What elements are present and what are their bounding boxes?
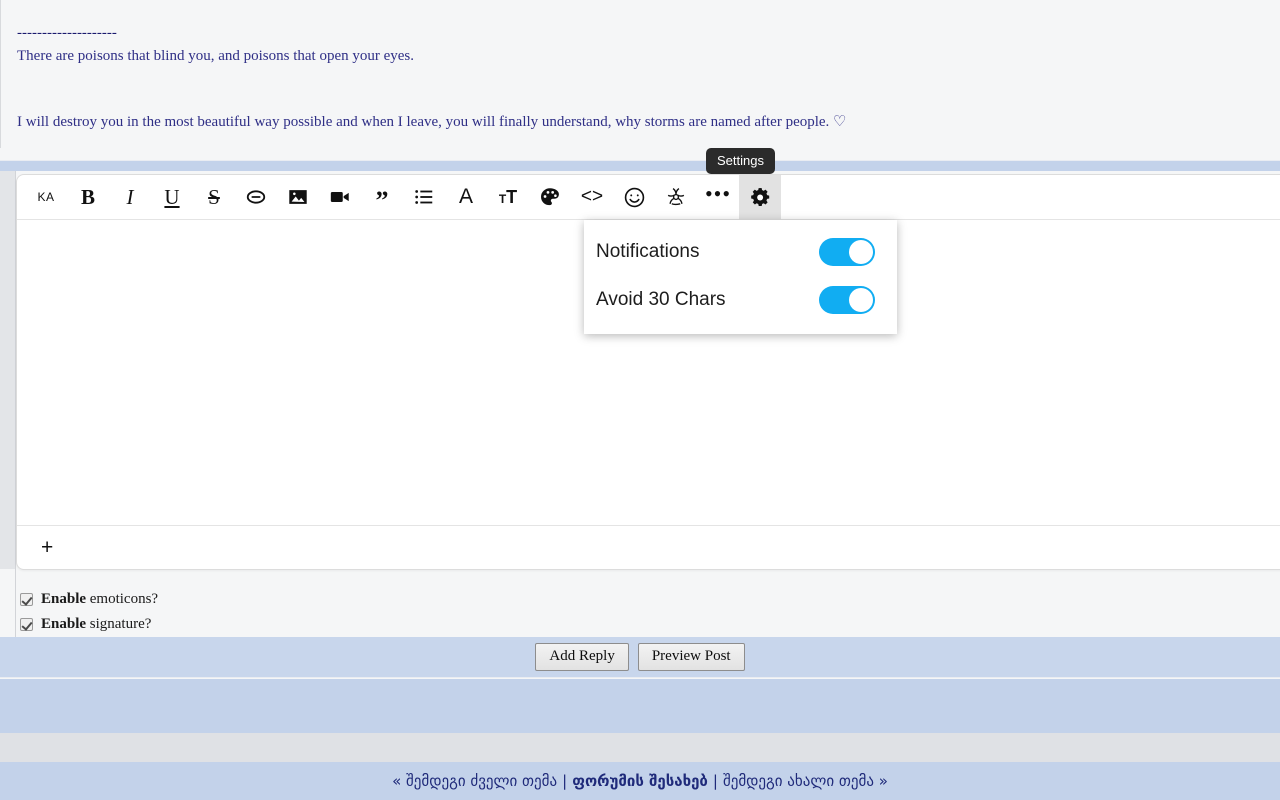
checkbox[interactable] <box>20 593 33 606</box>
about-forum-link[interactable]: ფორუმის შესახებ <box>572 772 708 790</box>
nav-separator-1: | <box>562 772 568 790</box>
code-button[interactable]: <> <box>571 175 613 220</box>
more-options-button[interactable]: ••• <box>697 175 739 220</box>
setting-label: Notifications <box>596 241 700 262</box>
underline-button-label: U <box>164 184 180 209</box>
toggle-switch[interactable] <box>819 238 875 266</box>
left-gutter-column <box>0 171 16 569</box>
biohazard-icon <box>665 186 687 208</box>
image-icon[interactable] <box>277 175 319 220</box>
video-icon <box>329 186 351 208</box>
setting-row-notifications: Notifications <box>584 228 897 276</box>
post-bottom-spacer <box>0 148 1280 160</box>
quote-button[interactable]: ” <box>361 175 403 220</box>
video-icon[interactable] <box>319 175 361 220</box>
option-label: Enable signature? <box>41 616 151 633</box>
font-family-button[interactable]: A <box>445 175 487 220</box>
section-divider-bar <box>0 160 1280 171</box>
text-color-icon <box>539 186 561 208</box>
editor-toolbar: KA B I U S ” A TT <> ••• <box>17 174 1280 220</box>
post-signature-text: -------------------- There are poisons t… <box>17 0 1280 148</box>
prev-topic-link[interactable]: « შემდეგი ძველი თემა <box>392 772 557 790</box>
option-label: Enable emoticons? <box>41 591 158 608</box>
post-options: Enable emoticons? Enable signature? <box>17 583 1280 637</box>
option-label-strong: Enable <box>41 591 87 607</box>
option-label-strong: Enable <box>41 616 87 632</box>
list-icon[interactable] <box>403 175 445 220</box>
toggle-switch[interactable] <box>819 286 875 314</box>
form-action-bar: Add Reply Preview Post <box>0 637 1280 678</box>
code-button-label: <> <box>580 186 604 207</box>
footer-nav-band: « შემდეგი ძველი თემა | ფორუმის შესახებ | შემ… <box>0 762 1280 800</box>
preview-post-button[interactable]: Preview Post <box>637 643 745 671</box>
nav-separator-2: | <box>712 772 718 790</box>
add-reply-button[interactable]: Add Reply <box>535 643 629 671</box>
emoji-icon <box>623 186 646 209</box>
strikethrough-button-label: S <box>208 184 220 209</box>
strikethrough-button[interactable]: S <box>193 175 235 220</box>
post-signature-area: -------------------- There are poisons t… <box>0 0 1280 148</box>
italic-button-label: I <box>126 184 134 209</box>
font-size-button-label: TT <box>498 186 518 207</box>
emoji-icon[interactable] <box>613 175 655 220</box>
topic-navigation: « შემდეგი ძველი თემა | ფორუმის შესახებ | შემ… <box>392 772 888 790</box>
option-label-rest: emoticons? <box>86 591 159 607</box>
link-icon[interactable] <box>235 175 277 220</box>
signature-line-2: I will destroy you in the most beautiful… <box>17 114 847 130</box>
font-size-button[interactable]: TT <box>487 175 529 220</box>
language-ka-button-label: KA <box>37 190 55 204</box>
setting-row-avoid-30-chars: Avoid 30 Chars <box>584 276 897 324</box>
link-icon <box>245 186 267 208</box>
page-root: -------------------- There are poisons t… <box>0 0 1280 800</box>
add-attachment-button[interactable]: + <box>41 537 53 558</box>
bold-button-label: B <box>80 184 95 209</box>
footer-band-upper <box>0 679 1280 733</box>
footer-band-gray <box>0 733 1280 762</box>
signature-line-1: There are poisons that blind you, and po… <box>17 48 415 64</box>
settings-tooltip: Settings <box>706 148 775 174</box>
settings-gear-icon <box>749 186 772 209</box>
language-ka-button[interactable]: KA <box>25 175 67 220</box>
toggle-knob <box>849 288 873 312</box>
settings-gear-icon[interactable] <box>739 174 781 220</box>
next-topic-link[interactable]: შემდეგი ახალი თემა » <box>723 772 888 790</box>
toggle-knob <box>849 240 873 264</box>
option-label-rest: signature? <box>86 616 152 632</box>
bold-button[interactable]: B <box>67 175 109 220</box>
underline-button[interactable]: U <box>151 175 193 220</box>
option-row: Enable emoticons? <box>17 587 1280 612</box>
biohazard-icon[interactable] <box>655 175 697 220</box>
italic-button[interactable]: I <box>109 175 151 220</box>
setting-label: Avoid 30 Chars <box>596 289 726 310</box>
signature-divider: -------------------- <box>17 25 117 41</box>
text-color-icon[interactable] <box>529 175 571 220</box>
settings-dropdown-panel: Notifications Avoid 30 Chars <box>584 220 897 334</box>
font-family-button-label: A <box>458 185 473 208</box>
editor-footer: + <box>17 525 1280 568</box>
option-row: Enable signature? <box>17 612 1280 637</box>
checkbox[interactable] <box>20 618 33 631</box>
image-icon <box>287 186 309 208</box>
list-icon <box>413 186 435 208</box>
